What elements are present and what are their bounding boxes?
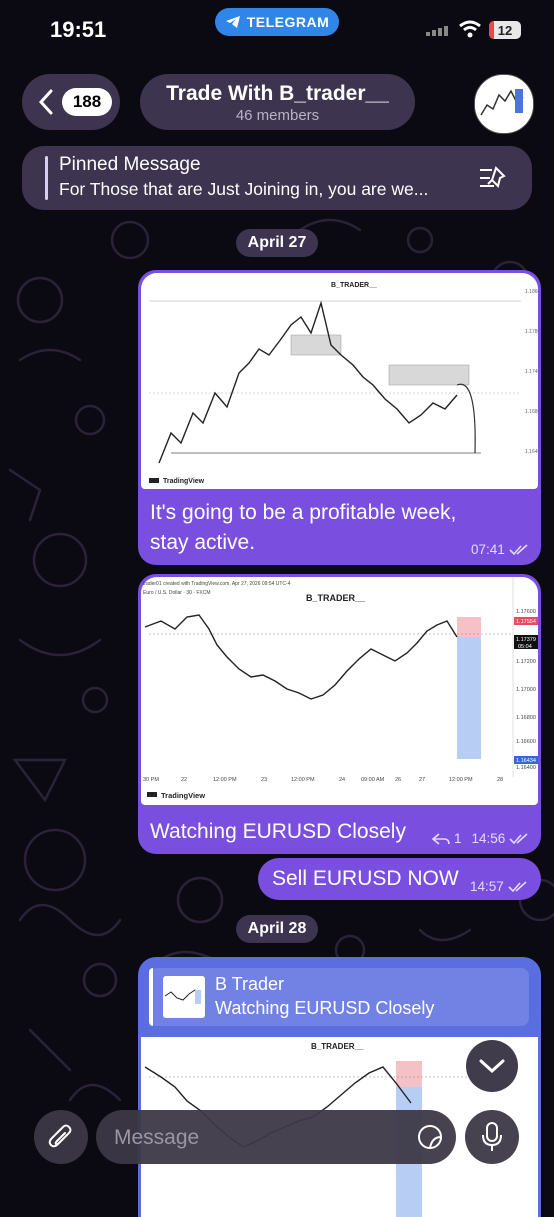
unread-count-badge: 188 bbox=[62, 88, 112, 116]
reply-preview[interactable]: B Trader Watching EURUSD Closely bbox=[149, 968, 529, 1026]
svg-text:1.18600: 1.18600 bbox=[525, 289, 538, 295]
paperclip-icon bbox=[48, 1124, 72, 1148]
members-count: 46 members bbox=[235, 107, 320, 124]
svg-text:1.17600: 1.17600 bbox=[516, 609, 536, 615]
double-check-icon bbox=[509, 832, 528, 844]
date-chip: April 28 bbox=[236, 915, 318, 943]
chart-image[interactable]: trader01 created with TradingView.com, A… bbox=[141, 577, 538, 805]
chart-drawing: B_TRADER__ 1.18600 1.17800 1.17400 1.16800 1… bbox=[149, 282, 541, 485]
microphone-icon bbox=[482, 1122, 502, 1151]
chart-drawing: trader01 created with TradingView.com, A… bbox=[143, 577, 538, 800]
svg-text:24: 24 bbox=[339, 777, 345, 783]
svg-text:B_TRADER__: B_TRADER__ bbox=[311, 1042, 364, 1051]
scroll-to-bottom-button[interactable] bbox=[466, 1040, 518, 1092]
chevron-left-icon bbox=[38, 89, 53, 115]
svg-text:1.17554: 1.17554 bbox=[516, 619, 536, 625]
chat-title: Trade With B_trader__ bbox=[166, 82, 389, 105]
chevron-down-icon bbox=[479, 1059, 505, 1074]
wifi-icon bbox=[459, 20, 481, 38]
svg-text:22: 22 bbox=[181, 777, 187, 783]
svg-text:B_TRADER__: B_TRADER__ bbox=[306, 593, 366, 603]
svg-text:1.17200: 1.17200 bbox=[516, 659, 536, 665]
date-chip: April 27 bbox=[236, 229, 318, 257]
svg-text:28: 28 bbox=[497, 777, 503, 783]
svg-text:Euro / U.S. Dollar · 30 · FXCM: Euro / U.S. Dollar · 30 · FXCM bbox=[143, 590, 211, 596]
double-check-icon bbox=[509, 543, 528, 555]
message-composer[interactable] bbox=[96, 1110, 456, 1166]
message-bubble[interactable]: Sell EURUSD NOW 14:57 bbox=[258, 858, 541, 900]
message-text-line: It's going to be a profitable week, bbox=[150, 501, 457, 524]
svg-text:1.17379: 1.17379 bbox=[516, 637, 536, 643]
telegram-icon bbox=[225, 16, 240, 28]
svg-text:TradingView: TradingView bbox=[163, 478, 205, 485]
svg-text:1.17800: 1.17800 bbox=[525, 329, 538, 335]
reply-sender: B Trader bbox=[215, 974, 285, 994]
reply-arrow-icon bbox=[432, 832, 450, 845]
message-meta: 14:57 bbox=[470, 879, 528, 894]
message-time: 14:56 bbox=[471, 831, 506, 846]
svg-text:1.16400: 1.16400 bbox=[525, 449, 538, 455]
pinned-text: For Those that are Just Joining in, you … bbox=[59, 179, 429, 199]
svg-text:1.16434: 1.16434 bbox=[516, 758, 536, 764]
pin-list-icon[interactable] bbox=[478, 164, 508, 192]
svg-text:1.16600: 1.16600 bbox=[516, 739, 536, 745]
reply-thumbnail bbox=[163, 976, 205, 1018]
cellular-signal-icon bbox=[426, 26, 448, 36]
svg-text:26: 26 bbox=[395, 777, 401, 783]
message-time: 14:57 bbox=[470, 879, 504, 894]
telegram-pill[interactable]: TELEGRAM bbox=[215, 8, 339, 36]
message-text: Sell EURUSD NOW bbox=[272, 867, 459, 890]
chart-title: B_TRADER__ bbox=[331, 282, 377, 289]
telegram-pill-label: TELEGRAM bbox=[246, 14, 330, 30]
svg-text:1.16400: 1.16400 bbox=[516, 765, 536, 771]
svg-text:1.16800: 1.16800 bbox=[516, 715, 536, 721]
reply-count: 1 bbox=[454, 831, 462, 846]
double-check-icon bbox=[508, 880, 527, 892]
voice-message-button[interactable] bbox=[465, 1110, 519, 1164]
svg-text:23: 23 bbox=[261, 777, 267, 783]
avatar-chart-thumbnail bbox=[475, 75, 533, 133]
svg-text:30 PM: 30 PM bbox=[143, 777, 159, 783]
attach-button[interactable] bbox=[34, 1110, 88, 1164]
svg-text:1.16800: 1.16800 bbox=[525, 409, 538, 415]
message-time: 07:41 bbox=[471, 542, 505, 557]
tradingview-brand: TradingView bbox=[149, 478, 205, 485]
back-button[interactable]: 188 bbox=[22, 74, 120, 130]
reply-text: Watching EURUSD Closely bbox=[215, 998, 435, 1018]
svg-text:12:00 PM: 12:00 PM bbox=[213, 777, 237, 783]
message-bubble[interactable]: trader01 created with TradingView.com, A… bbox=[138, 574, 541, 854]
svg-text:trader01 created with TradingV: trader01 created with TradingView.com, A… bbox=[143, 581, 291, 587]
sticker-icon[interactable] bbox=[416, 1123, 444, 1151]
svg-text:09:00 AM: 09:00 AM bbox=[361, 777, 385, 783]
status-bar: 19:51 TELEGRAM 12 bbox=[0, 0, 554, 60]
svg-text:1.17400: 1.17400 bbox=[525, 369, 538, 375]
reply-accent-bar bbox=[149, 968, 153, 1026]
message-text: Watching EURUSD Closely bbox=[150, 820, 406, 843]
svg-text:12:00 PM: 12:00 PM bbox=[449, 777, 473, 783]
chat-avatar[interactable] bbox=[474, 74, 534, 134]
message-text-line: stay active. bbox=[150, 531, 256, 554]
message-meta: 07:41 bbox=[471, 542, 529, 557]
svg-text:27: 27 bbox=[419, 777, 425, 783]
pinned-message-bar[interactable]: Pinned Message For Those that are Just J… bbox=[22, 146, 532, 210]
tradingview-brand: TradingView bbox=[147, 791, 205, 800]
status-time: 19:51 bbox=[50, 17, 107, 42]
pinned-accent-bar bbox=[45, 156, 48, 200]
svg-text:12:00 PM: 12:00 PM bbox=[291, 777, 315, 783]
message-bubble[interactable]: B_TRADER__ 1.18600 1.17800 1.17400 1.16800 1… bbox=[138, 270, 541, 565]
chart-image[interactable]: B_TRADER__ 1.18600 1.17800 1.17400 1.16800 1… bbox=[141, 273, 541, 489]
chat-title-button[interactable]: Trade With B_trader__ 46 members bbox=[140, 74, 415, 130]
svg-text:TradingView: TradingView bbox=[161, 791, 205, 800]
message-meta[interactable]: 1 14:56 bbox=[432, 831, 529, 846]
svg-text:1.17000: 1.17000 bbox=[516, 687, 536, 693]
battery-indicator: 12 bbox=[489, 21, 521, 39]
message-input[interactable] bbox=[112, 1110, 406, 1166]
svg-text:05:04: 05:04 bbox=[518, 644, 532, 650]
pinned-title: Pinned Message bbox=[59, 154, 201, 175]
